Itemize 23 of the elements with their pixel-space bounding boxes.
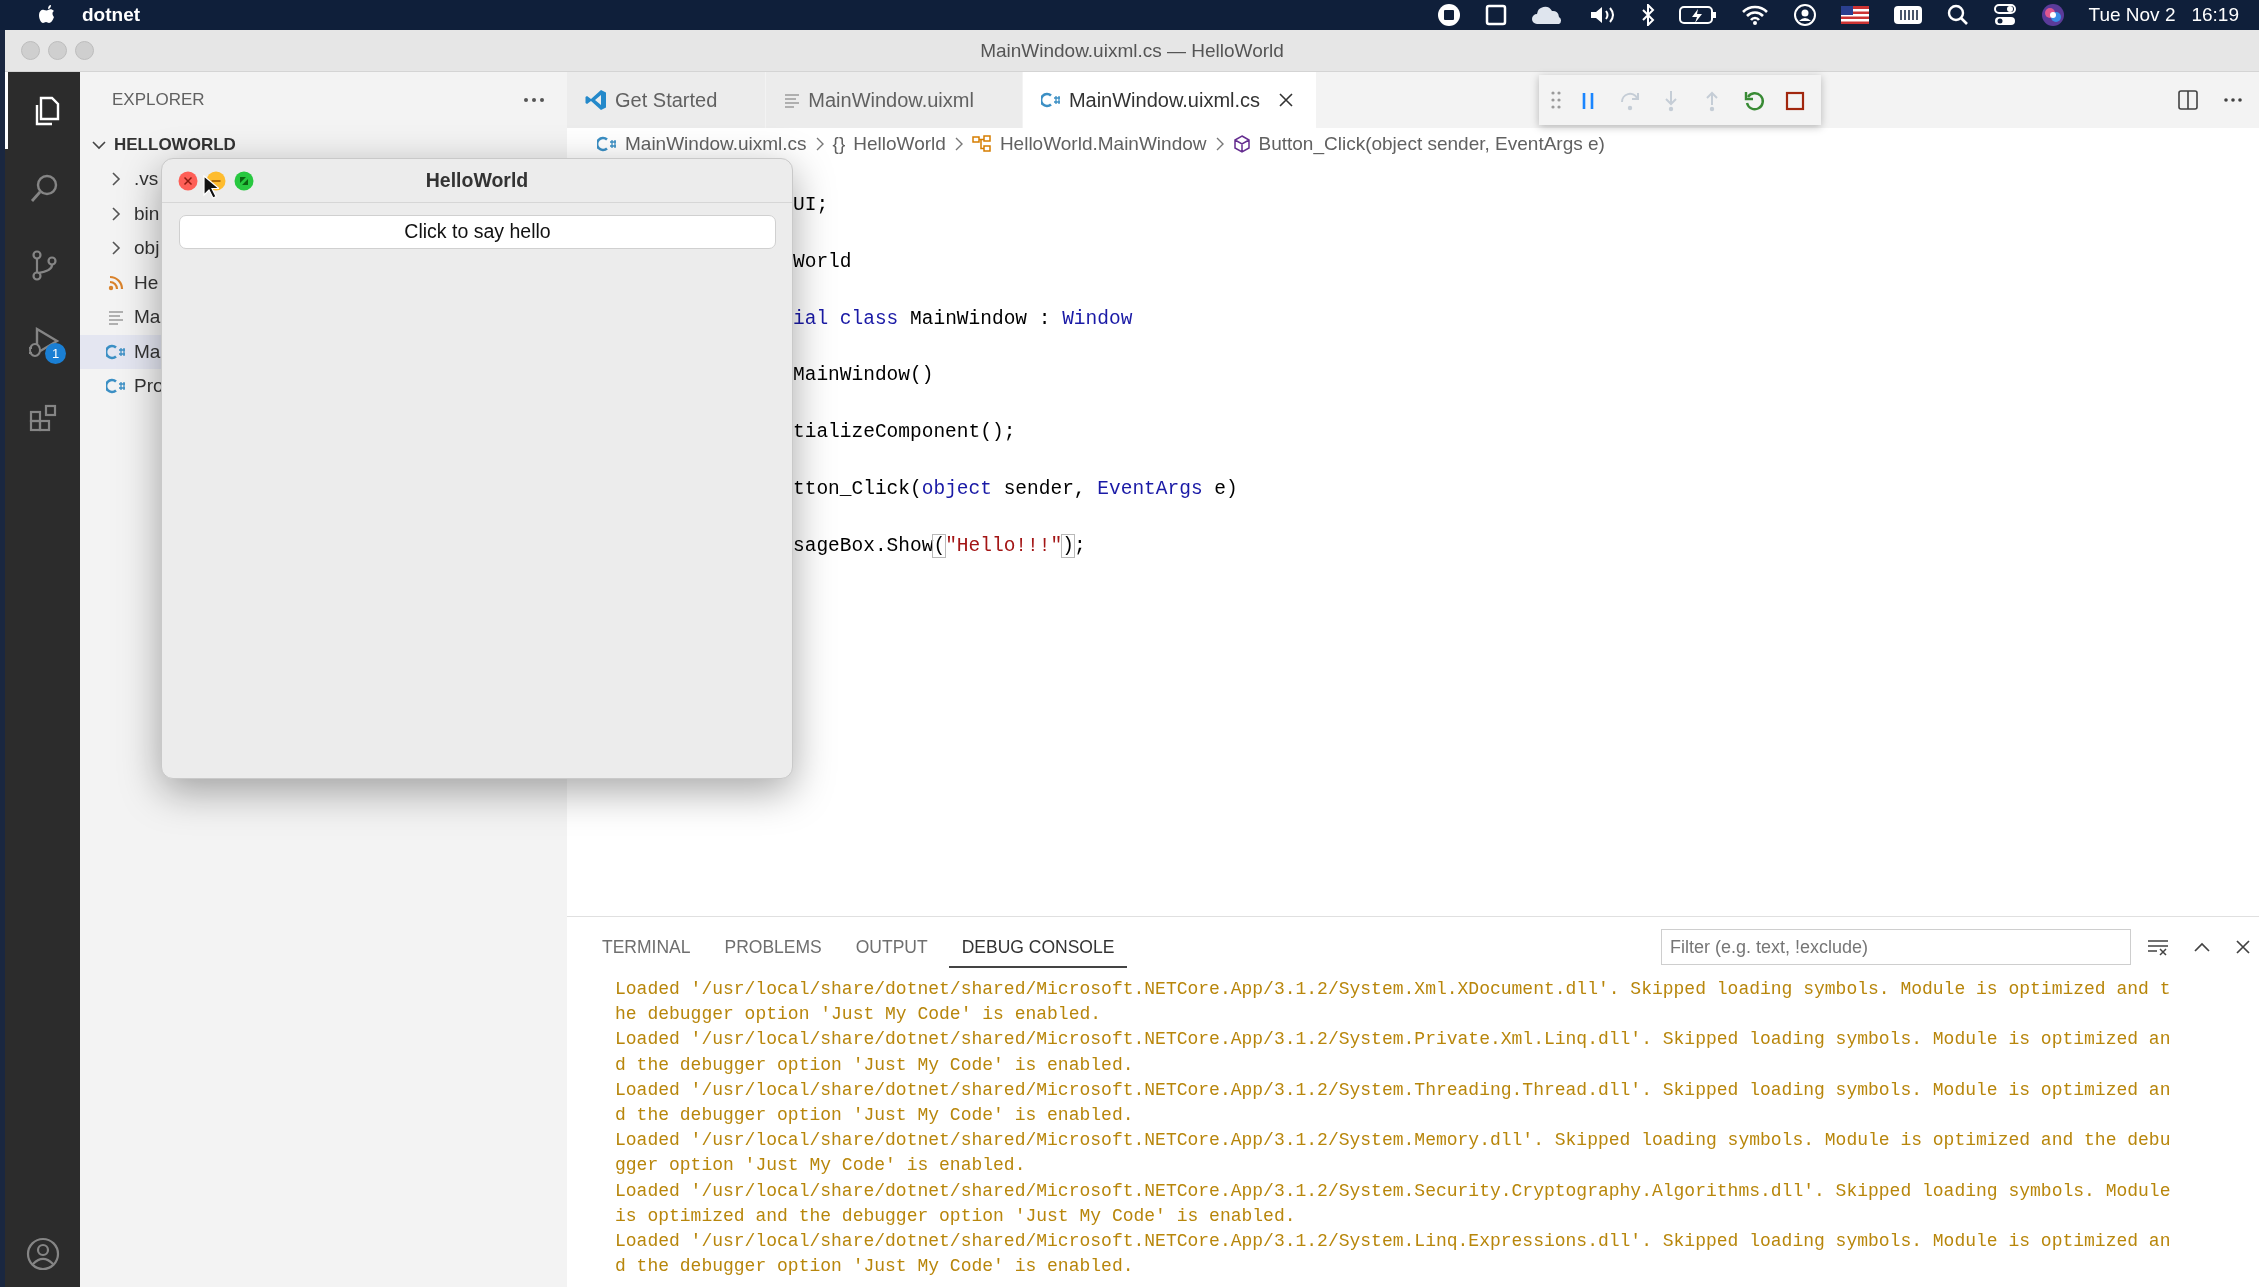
console-line: Loaded '/usr/local/share/dotnet/shared/Microsoft.NETCore.App/3.1.2/System.Threading.Thread.dll'. Skipped loading symbols. Module is optimized an <box>615 1078 2172 1102</box>
console-line: Loaded '/usr/local/share/dotnet/shared/Microsoft.NETCore.App/3.1.2/System.Memory.dll'. Skipped loading symbols. Module is optimized and the debu <box>615 1129 2172 1153</box>
window-title: MainWindow.uixml.cs — HelloWorld <box>980 38 1284 63</box>
code-line: UI; <box>793 193 830 218</box>
console-line: d the debugger option 'Just My Code' is enabled. <box>615 1255 1135 1279</box>
console-line: he debugger option 'Just My Code' is enabled. <box>615 1003 1103 1027</box>
code-line: MainWindow() <box>793 363 935 389</box>
console-line: is optimized and the debugger option 'Just My Code' is enabled. <box>615 1204 1297 1228</box>
console-line: d the debugger option 'Just My Code' is enabled. <box>615 1053 1135 1077</box>
console-line: gger option 'Just My Code' is enabled. <box>615 1154 1027 1178</box>
code-line: World <box>793 249 853 275</box>
notification-badge: 1 <box>45 343 66 364</box>
code-line: tton_Click(object sender, EventArgs e) <box>793 477 1239 502</box>
console-line: d the debugger option 'Just My Code' is enabled. <box>615 1104 1135 1127</box>
console-line: Loaded '/usr/local/share/dotnet/shared/Microsoft.NETCore.App/3.1.2/System.Private.Xml.Linq.dll'. Skipped loading symbols. Module is optimized an <box>615 1028 2172 1052</box>
console-line: Loaded '/usr/local/share/dotnet/shared/Microsoft.NETCore.App/3.1.2/System.Linq.Expressions.dll'. Skipped loading symbols. Module is optimized an <box>615 1230 2172 1254</box>
explorer-title: EXPLORER <box>112 89 205 112</box>
code-line: tializeComponent(); <box>793 420 1017 446</box>
console-line: Loaded '/usr/local/share/dotnet/shared/Microsoft.NETCore.App/3.1.2/System.Security.Cryptography.Algorithms.dll'. Skipped loading symbols. Module <box>615 1179 2172 1203</box>
code-line: ial class MainWindow : Window <box>793 306 1134 332</box>
code-line: sageBox.Show("Hello!!!"); <box>793 533 1087 559</box>
console-line: Loaded '/usr/local/share/dotnet/shared/Microsoft.NETCore.App/3.1.2/System.Xml.XDocument.dll'. Skipped loading symbols. Module is optimized and t <box>615 978 2172 1001</box>
app-window-title: HelloWorld <box>425 167 529 193</box>
